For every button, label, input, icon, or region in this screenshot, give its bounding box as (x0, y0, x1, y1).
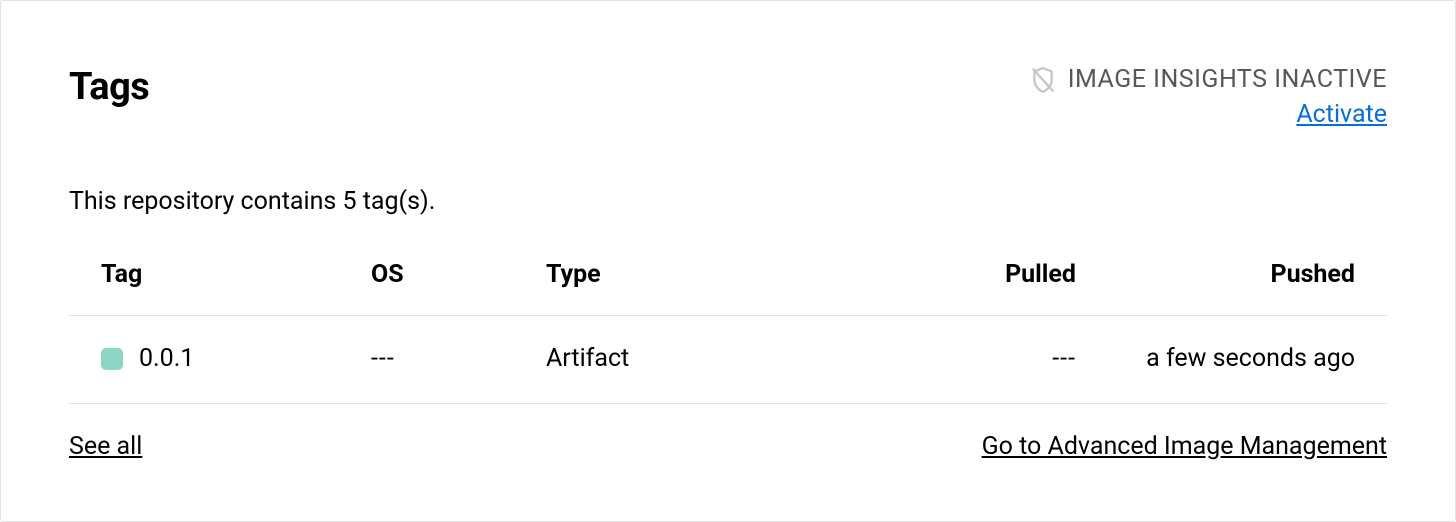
tag-swatch (101, 348, 123, 370)
shield-off-icon (1030, 66, 1056, 94)
col-header-tag: Tag (101, 260, 371, 289)
repo-description: This repository contains 5 tag(s). (69, 187, 1387, 216)
page-title: Tags (69, 65, 149, 109)
see-all-link[interactable]: See all (69, 432, 142, 461)
cell-tag: 0.0.1 (101, 344, 371, 373)
insights-block: IMAGE INSIGHTS INACTIVE Activate (1030, 65, 1387, 129)
cell-pulled: --- (796, 344, 1076, 373)
cell-pushed: a few seconds ago (1076, 344, 1355, 373)
header-row: Tags IMAGE INSIGHTS INACTIVE Activate (69, 65, 1387, 129)
col-header-pulled: Pulled (796, 260, 1076, 289)
tag-cell: 0.0.1 (101, 344, 371, 373)
col-header-os: OS (371, 260, 546, 289)
insights-status: IMAGE INSIGHTS INACTIVE (1030, 65, 1387, 94)
insights-label: IMAGE INSIGHTS INACTIVE (1068, 65, 1387, 94)
footer-row: See all Go to Advanced Image Management (69, 404, 1387, 461)
cell-type: Artifact (546, 344, 796, 373)
col-header-type: Type (546, 260, 796, 289)
col-header-pushed: Pushed (1076, 260, 1355, 289)
activate-link[interactable]: Activate (1296, 100, 1387, 129)
tags-card: Tags IMAGE INSIGHTS INACTIVE Activate Th… (0, 0, 1456, 522)
cell-os: --- (371, 344, 546, 373)
advanced-management-link[interactable]: Go to Advanced Image Management (982, 432, 1387, 461)
table-header: Tag OS Type Pulled Pushed (69, 260, 1387, 316)
table-row[interactable]: 0.0.1 --- Artifact --- a few seconds ago (69, 316, 1387, 404)
tag-value: 0.0.1 (139, 344, 194, 373)
